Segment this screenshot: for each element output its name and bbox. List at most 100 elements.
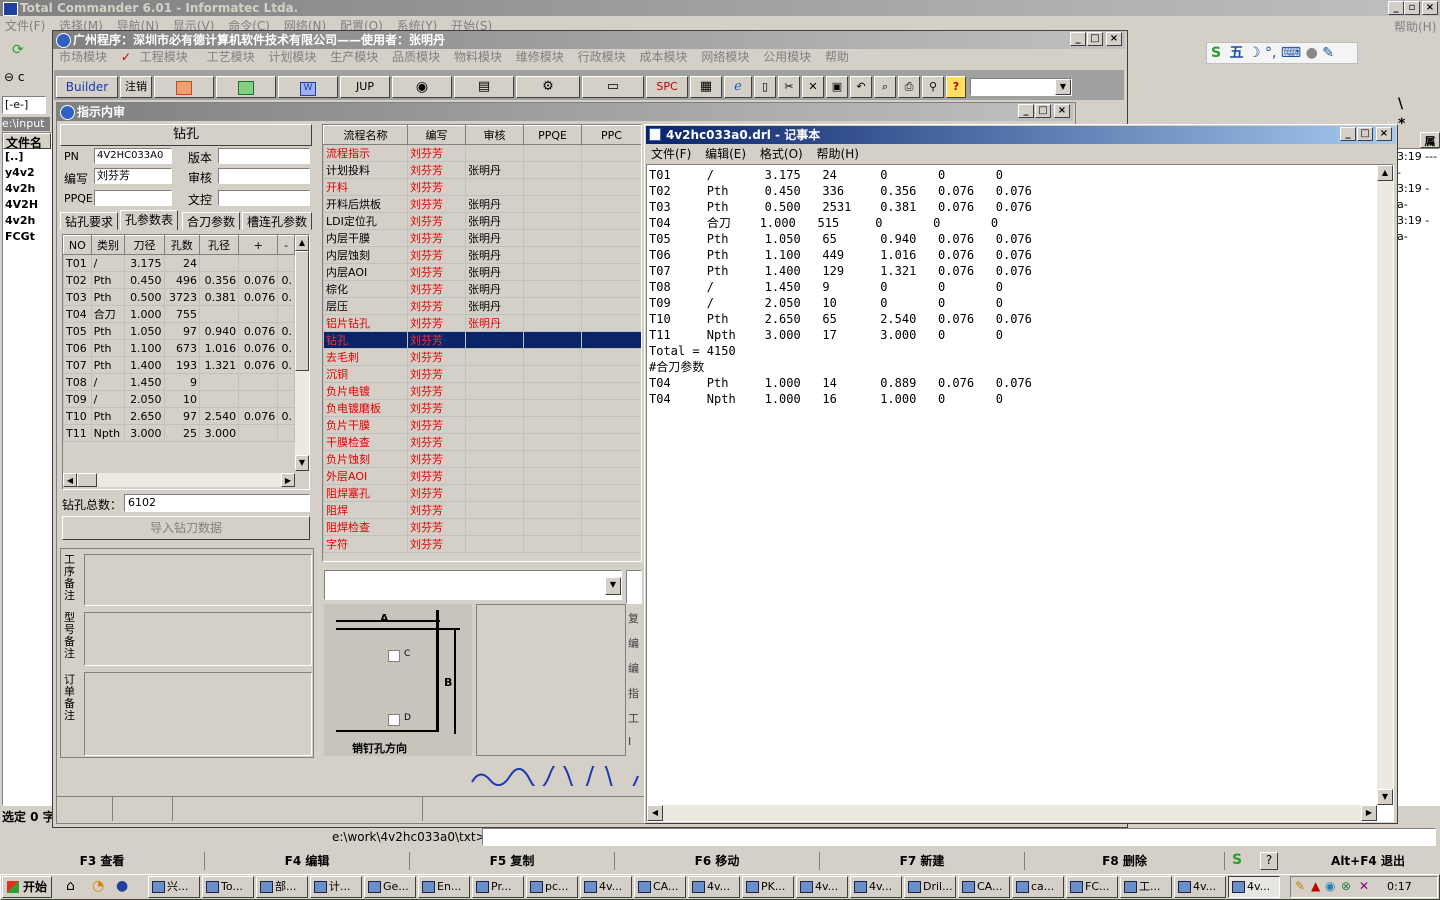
flow-cell-author[interactable]: 刘芬芳 bbox=[407, 484, 466, 502]
save-icon[interactable]: ▣ bbox=[826, 76, 848, 98]
flow-cell-name[interactable]: 计划投料 bbox=[323, 161, 408, 179]
flow-cell-empty[interactable] bbox=[523, 161, 582, 179]
flow-cell-empty[interactable] bbox=[581, 212, 641, 230]
flow-cell-empty[interactable] bbox=[523, 314, 582, 332]
menu-network[interactable]: 网络模块 bbox=[696, 47, 754, 67]
flow-cell-empty[interactable] bbox=[581, 331, 641, 349]
order-note-field[interactable] bbox=[84, 672, 312, 756]
drill-row[interactable]: T09/2.050 10 bbox=[63, 390, 295, 408]
drill-row[interactable]: T07 Pth 1.400 193 1.321 0.076 0. bbox=[63, 356, 295, 374]
flow-row[interactable]: 棕化 刘芬芳 张明丹 bbox=[323, 280, 641, 298]
flow-cell-author[interactable]: 刘芬芳 bbox=[407, 348, 466, 366]
print-icon[interactable]: ⎙ bbox=[898, 76, 920, 98]
hscroll-thumb[interactable] bbox=[77, 473, 97, 487]
help-icon[interactable]: ? bbox=[1260, 852, 1278, 870]
doc-control-field[interactable] bbox=[218, 190, 310, 206]
drill-cell[interactable] bbox=[277, 390, 295, 408]
drill-cell[interactable]: Pth bbox=[90, 339, 126, 357]
drill-cell[interactable]: T09 bbox=[63, 390, 92, 408]
drill-cell[interactable] bbox=[198, 390, 240, 408]
flow-cell-empty[interactable] bbox=[523, 433, 582, 451]
flow-cell-empty[interactable] bbox=[581, 433, 641, 451]
notepad-vscroll[interactable]: ▲ ▼ bbox=[1377, 165, 1393, 805]
flow-cell-empty[interactable] bbox=[581, 484, 641, 502]
flow-cell-reviewer[interactable]: 张明丹 bbox=[465, 212, 524, 230]
eye-icon[interactable]: ◉ bbox=[392, 76, 452, 98]
excel-icon[interactable] bbox=[216, 76, 276, 98]
drill-cell[interactable] bbox=[238, 254, 279, 272]
taskbar-task-button[interactable]: 4v... bbox=[1228, 876, 1280, 898]
drill-cell[interactable]: Pth bbox=[90, 271, 126, 289]
notepad-menu-edit[interactable]: 编辑(E) bbox=[700, 144, 751, 164]
ie-icon[interactable]: ℯ bbox=[724, 76, 752, 98]
flow-cell-empty[interactable] bbox=[581, 297, 641, 315]
tc-menu-file[interactable]: 文件(F) bbox=[0, 16, 50, 36]
start-button[interactable]: 开始 bbox=[2, 876, 52, 898]
scroll-up-icon[interactable]: ▲ bbox=[1377, 165, 1393, 181]
flow-cell-reviewer[interactable]: 张明丹 bbox=[465, 280, 524, 298]
alt-f4-exit-button[interactable]: Alt+F4 退出 bbox=[1296, 852, 1440, 870]
drill-row[interactable]: T10 Pth 2.650 97 2.540 0.076 0. bbox=[63, 407, 295, 425]
flow-col-ppqe[interactable]: PPQE bbox=[523, 125, 582, 145]
taskbar-task-button[interactable]: Dril... bbox=[904, 876, 956, 898]
drill-cell[interactable]: 0. bbox=[277, 356, 295, 374]
drill-cell[interactable]: 1.321 bbox=[198, 356, 240, 374]
flow-cell-empty[interactable] bbox=[523, 535, 582, 553]
flow-cell-empty[interactable] bbox=[581, 416, 641, 434]
flow-row[interactable]: 阻焊 刘芬芳 bbox=[323, 501, 641, 519]
drill-cell[interactable]: T10 bbox=[63, 407, 92, 425]
drill-cell[interactable]: Npth bbox=[90, 424, 126, 442]
user-icon[interactable]: ● bbox=[1306, 45, 1318, 61]
drill-cell[interactable]: 2.540 bbox=[198, 407, 240, 425]
preview-icon[interactable]: ⌕ bbox=[874, 76, 896, 98]
taskbar-task-button[interactable]: 4v... bbox=[580, 876, 632, 898]
flow-cell-author[interactable]: 刘芬芳 bbox=[407, 229, 466, 247]
flow-cell-empty[interactable] bbox=[581, 399, 641, 417]
flow-cell-author[interactable]: 刘芬芳 bbox=[407, 501, 466, 519]
flow-row[interactable]: 沉铜 刘芬芳 bbox=[323, 365, 641, 383]
f5-copy-button[interactable]: F5 复制 bbox=[410, 852, 615, 870]
flow-cell-name[interactable]: 外层AOI bbox=[323, 467, 408, 485]
flow-row[interactable]: 外层AOI 刘芬芳 bbox=[323, 467, 641, 485]
drill-cell[interactable]: 25 bbox=[163, 424, 200, 442]
flow-row[interactable]: 铝片钻孔 刘芬芳 张明丹 bbox=[323, 314, 641, 332]
drill-cell[interactable]: 0.500 bbox=[124, 288, 165, 306]
drill-cell[interactable]: T03 bbox=[63, 288, 92, 306]
flow-row[interactable]: 开料 刘芬芳 bbox=[323, 178, 641, 196]
flow-row[interactable]: 计划投料 刘芬芳 张明丹 bbox=[323, 161, 641, 179]
flow-cell-reviewer[interactable] bbox=[465, 467, 524, 485]
flow-cell-reviewer[interactable] bbox=[465, 348, 524, 366]
notepad-menu-file[interactable]: 文件(F) bbox=[646, 144, 696, 164]
f3-view-button[interactable]: F3 查看 bbox=[0, 852, 205, 870]
tray-icon-4[interactable]: ⊗ bbox=[1341, 879, 1351, 893]
drill-cell[interactable]: 3.000 bbox=[198, 424, 240, 442]
flow-cell-reviewer[interactable] bbox=[465, 535, 524, 553]
drill-cell[interactable]: 0.381 bbox=[198, 288, 240, 306]
flow-cell-author[interactable]: 刘芬芳 bbox=[407, 263, 466, 281]
drill-cell[interactable]: 9 bbox=[163, 373, 200, 391]
flow-cell-name[interactable]: 铝片钻孔 bbox=[323, 314, 408, 332]
flow-cell-author[interactable]: 刘芬芳 bbox=[407, 161, 466, 179]
flow-cell-name[interactable]: 内层干膜 bbox=[323, 229, 408, 247]
flow-cell-empty[interactable] bbox=[523, 518, 582, 536]
flow-row[interactable]: 流程指示 刘芬芳 bbox=[323, 144, 641, 162]
scroll-right-icon[interactable]: ▶ bbox=[1361, 805, 1377, 821]
flow-row[interactable]: 干膜检查 刘芬芳 bbox=[323, 433, 641, 451]
flow-cell-empty[interactable] bbox=[581, 229, 641, 247]
taskbar-task-button[interactable]: To... bbox=[202, 876, 254, 898]
tc-file-item[interactable]: y4v2 bbox=[5, 165, 51, 181]
database-icon[interactable]: ▤ bbox=[454, 76, 514, 98]
drill-cell[interactable] bbox=[277, 373, 295, 391]
flow-cell-reviewer[interactable] bbox=[465, 518, 524, 536]
drill-cell[interactable] bbox=[238, 424, 279, 442]
spc-button[interactable]: SPC bbox=[646, 76, 688, 98]
taskbar-task-button[interactable]: Ge... bbox=[364, 876, 416, 898]
drill-cell[interactable]: T08 bbox=[63, 373, 92, 391]
notepad-textarea[interactable]: T01 / 3.175 24 0 0 0 T02 Pth 0.450 336 0.… bbox=[646, 164, 1394, 822]
drill-cell[interactable]: 0. bbox=[277, 322, 295, 340]
flow-cell-reviewer[interactable]: 张明丹 bbox=[465, 195, 524, 213]
drill-cell[interactable] bbox=[277, 254, 295, 272]
ime-mode[interactable]: 五 bbox=[1230, 45, 1244, 61]
flow-cell-empty[interactable] bbox=[581, 501, 641, 519]
flow-cell-reviewer[interactable] bbox=[465, 331, 524, 349]
